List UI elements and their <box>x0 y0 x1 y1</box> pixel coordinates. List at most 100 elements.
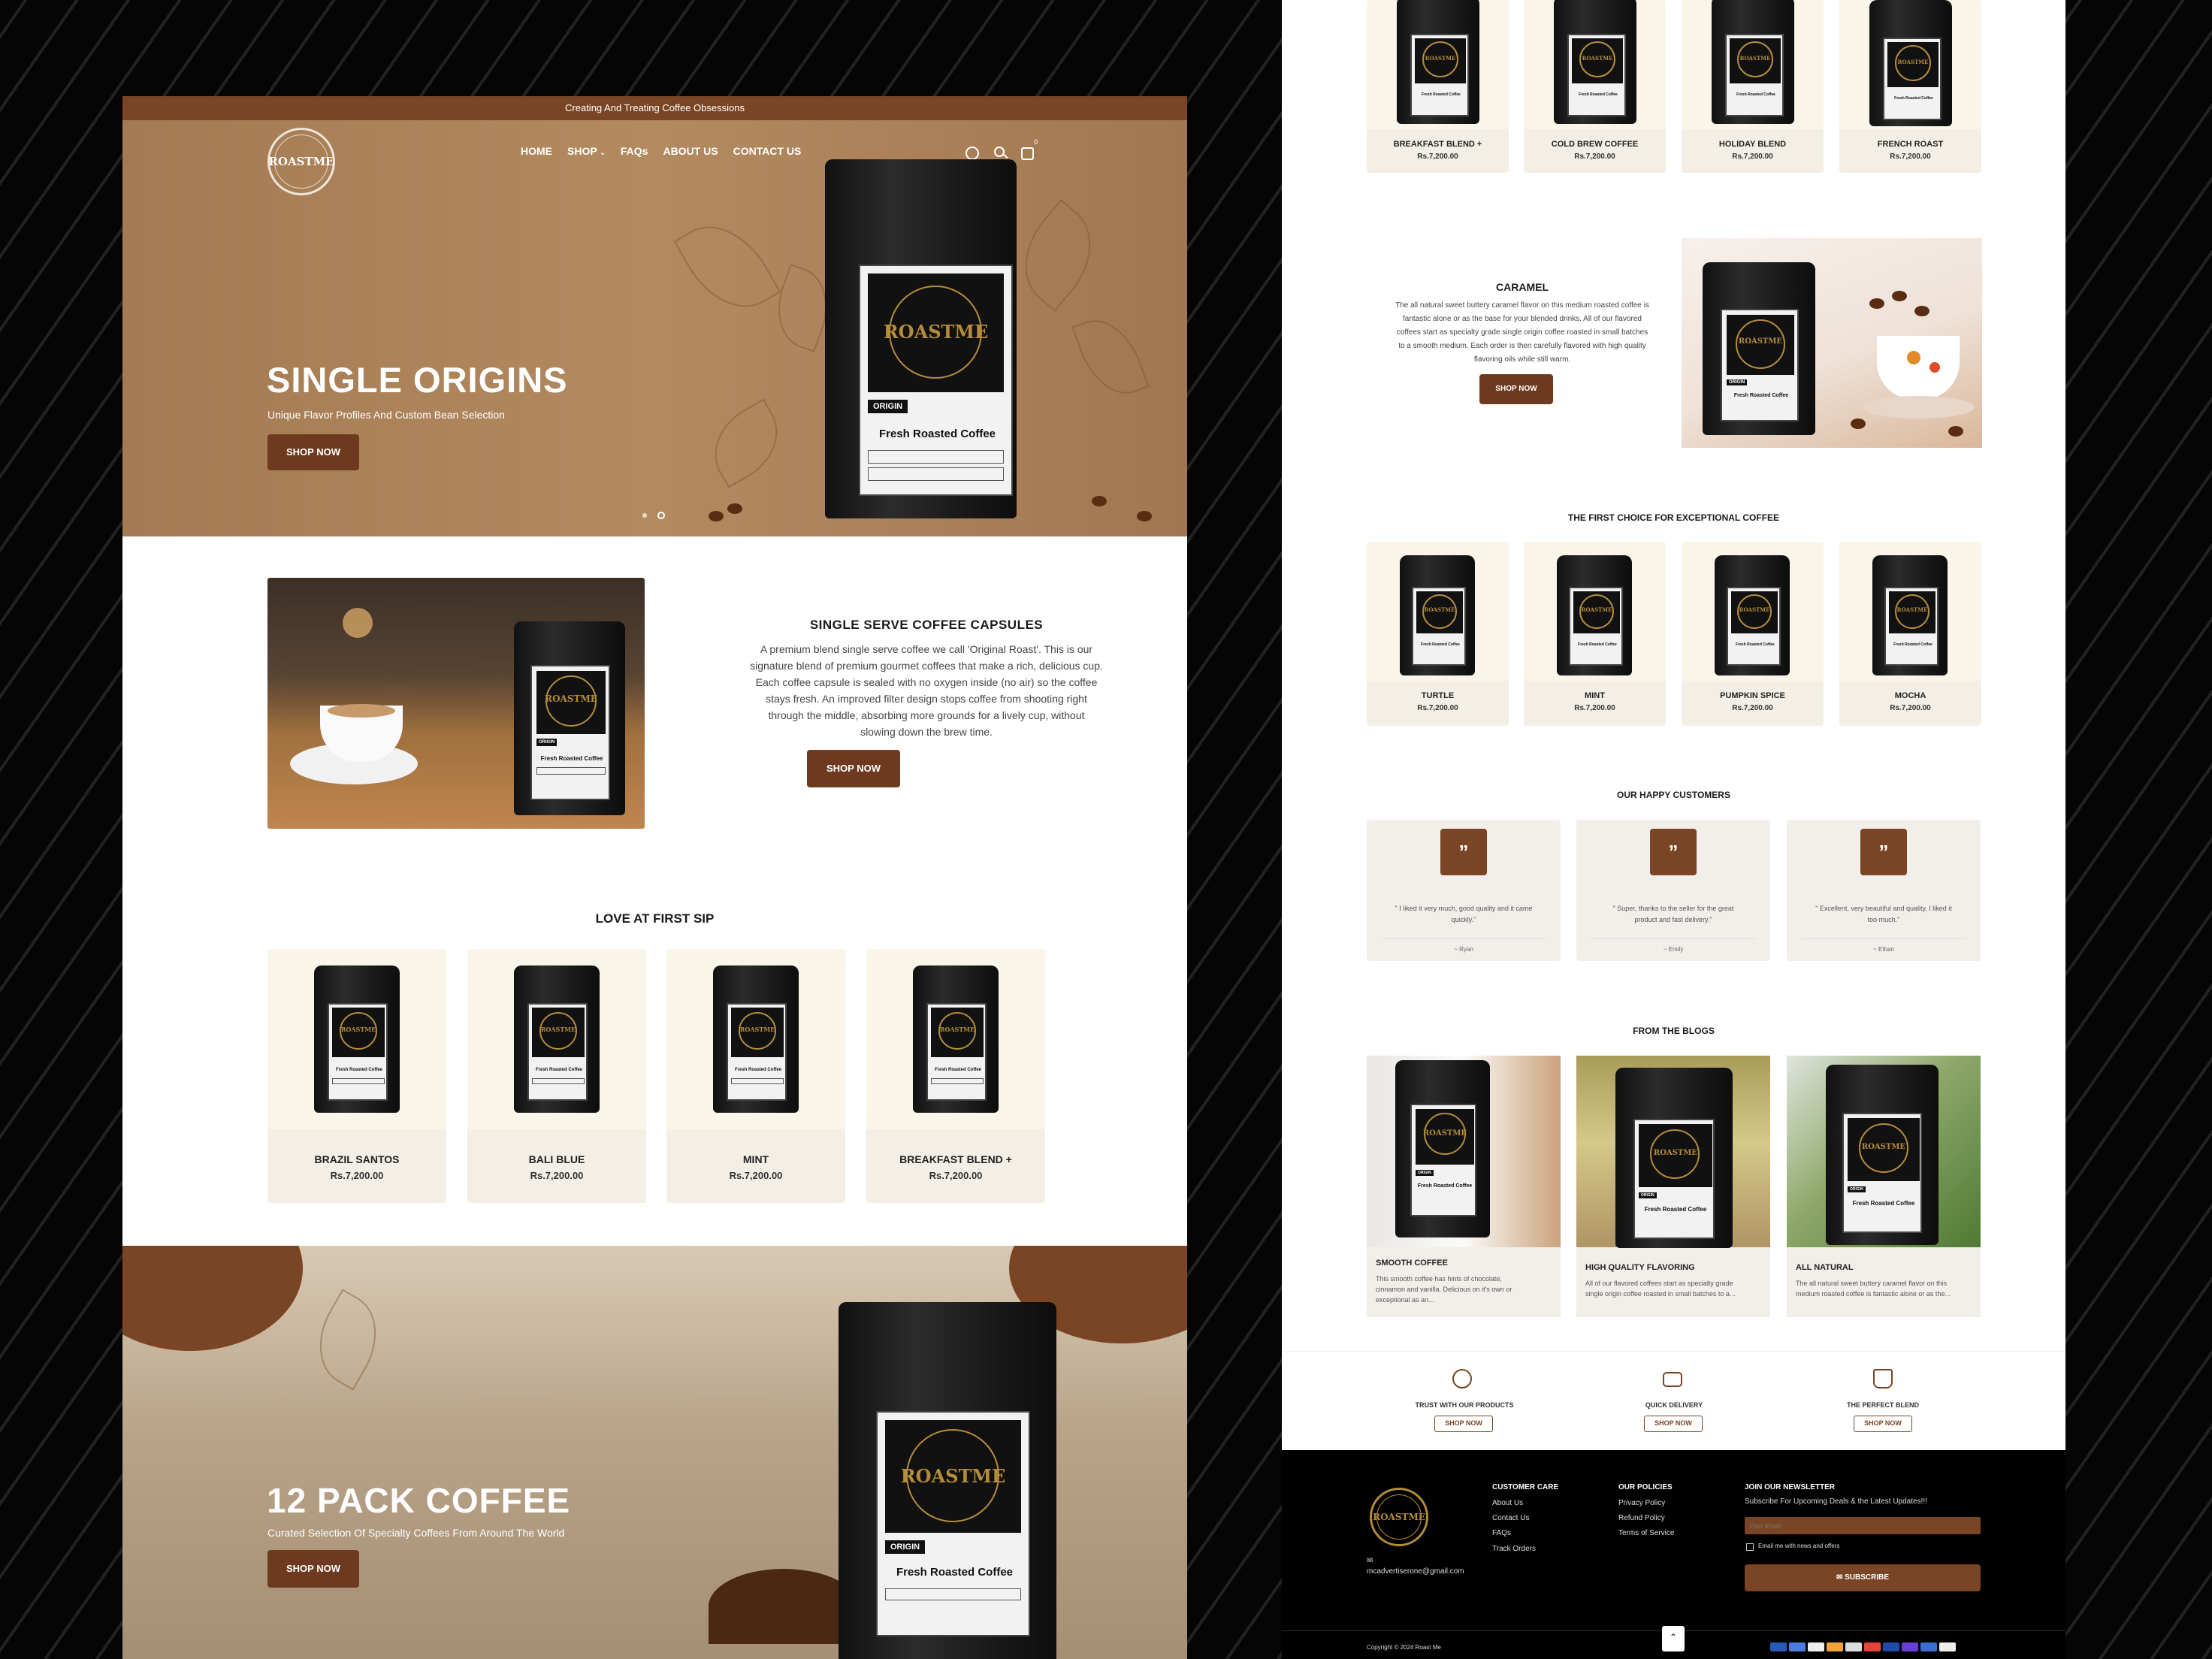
blog-title[interactable]: SMOOTH COFFEE <box>1376 1259 1448 1268</box>
twelve-pack-shop-now-button[interactable]: SHOP NOW <box>267 1550 359 1588</box>
product-price: Rs.7,200.00 <box>729 1170 783 1181</box>
product-card[interactable]: ROASTME Fresh Roasted Coffee HOLIDAY BLEN… <box>1682 0 1824 173</box>
product-price: Rs.7,200.00 <box>330 1170 384 1181</box>
footer-logo[interactable]: ROASTME <box>1370 1488 1428 1546</box>
blogs-title: FROM THE BLOGS <box>1633 1026 1715 1036</box>
first-choice-title: THE FIRST CHOICE FOR EXCEPTIONAL COFFEE <box>1567 512 1780 523</box>
product-name: COLD BREW COFFEE <box>1551 140 1639 149</box>
capsules-title: SINGLE SERVE COFFEE CAPSULES <box>809 618 1044 632</box>
leaf-decoration <box>301 1289 395 1391</box>
caramel-shop-now-button[interactable]: SHOP NOW <box>1479 374 1553 404</box>
product-card[interactable]: ROASTME Fresh Roasted Coffee MOCHA Rs.7,2… <box>1839 542 1981 726</box>
newsletter-consent-checkbox[interactable] <box>1746 1543 1754 1551</box>
chevron-down-icon: ⌄ <box>600 149 606 156</box>
product-price: Rs.7,200.00 <box>1574 153 1615 161</box>
footer-link-about[interactable]: About Us <box>1492 1499 1523 1507</box>
mail-icon: ✉ <box>1367 1557 1373 1565</box>
cart-count: 0 <box>1034 138 1038 146</box>
testimonial-quote: " Super, thanks to the seller for the gr… <box>1612 905 1734 923</box>
coffee-bean <box>709 511 724 521</box>
nav-about[interactable]: ABOUT US <box>663 145 718 157</box>
caramel-image: ROASTME ORIGIN Fresh Roasted Coffee <box>1682 238 1982 448</box>
nav-contact[interactable]: CONTACT US <box>733 145 802 157</box>
footer-link-track[interactable]: Track Orders <box>1492 1545 1536 1553</box>
product-card[interactable]: ROASTME Fresh Roasted Coffee MINT Rs.7,20… <box>1524 542 1666 726</box>
copyright: Copyright © 2024 Roast Me <box>1367 1644 1441 1651</box>
account-icon[interactable] <box>965 147 979 160</box>
newsletter-email-input[interactable] <box>1745 1517 1981 1534</box>
feature-shop-now-button[interactable]: SHOP NOW <box>1434 1416 1493 1432</box>
newsletter-heading: JOIN OUR NEWSLETTER <box>1745 1483 1836 1491</box>
payment-icon <box>1789 1642 1806 1651</box>
hero-shop-now-button[interactable]: SHOP NOW <box>267 434 359 470</box>
feature-shop-now-button[interactable]: SHOP NOW <box>1644 1416 1703 1432</box>
product-price: Rs.7,200.00 <box>1732 153 1773 161</box>
footer-link-terms[interactable]: Terms of Service <box>1618 1529 1674 1537</box>
capsules-shop-now-button[interactable]: SHOP NOW <box>807 750 900 787</box>
quote-icon: ” <box>1650 829 1697 875</box>
payment-icon <box>1902 1642 1918 1651</box>
feature-shop-now-button[interactable]: SHOP NOW <box>1854 1416 1912 1432</box>
blog-title[interactable]: HIGH QUALITY FLAVORING <box>1585 1263 1695 1272</box>
cart-icon[interactable] <box>1021 147 1034 160</box>
testimonial-card: ” " Super, thanks to the seller for the … <box>1576 820 1770 961</box>
slide-dot-1[interactable] <box>642 513 647 518</box>
blog-title[interactable]: ALL NATURAL <box>1796 1263 1854 1272</box>
product-card[interactable]: ROASTME Fresh Roasted Coffee PUMPKIN SPIC… <box>1682 542 1824 726</box>
blog-card[interactable]: ROASTME ORIGIN Fresh Roasted Coffee ALL NA… <box>1787 1056 1981 1317</box>
product-card[interactable]: ROASTME Fresh Roasted Coffee MINT Rs.7,20… <box>666 949 845 1203</box>
footer-link-faqs[interactable]: FAQs <box>1492 1529 1511 1537</box>
capsules-description: A premium blend single serve coffee we c… <box>750 643 1103 738</box>
nav-home[interactable]: HOME <box>521 145 552 157</box>
caramel-bag-image: ROASTME ORIGIN Fresh Roasted Coffee <box>1703 262 1815 435</box>
blog-card[interactable]: ROASTME ORIGIN Fresh Roasted Coffee HIGH Q… <box>1576 1056 1770 1317</box>
delivery-truck-icon <box>1663 1372 1682 1387</box>
blog-excerpt: The all natural sweet buttery caramel fl… <box>1796 1280 1951 1298</box>
product-name: BRAZIL SANTOS <box>314 1153 400 1165</box>
product-card[interactable]: ROASTME Fresh Roasted Coffee COLD BREW CO… <box>1524 0 1666 173</box>
product-card[interactable]: ROASTME Fresh Roasted Coffee TURTLE Rs.7,… <box>1367 542 1509 726</box>
product-card[interactable]: ROASTME Fresh Roasted Coffee BALI BLUE Rs… <box>467 949 646 1203</box>
footer-email[interactable]: mcadvertiserone@gmail.com <box>1367 1567 1464 1576</box>
customer-care-heading: CUSTOMER CARE <box>1492 1483 1559 1491</box>
leaf-decoration <box>698 398 794 488</box>
slider-dots[interactable] <box>642 512 665 519</box>
twelve-pack-banner: ROASTME ORIGIN Fresh Roasted Coffee 12 P… <box>122 1246 1187 1659</box>
policies-heading: OUR POLICIES <box>1618 1483 1673 1491</box>
ground-coffee <box>709 1569 859 1644</box>
testimonial-author: ~ Emily <box>1663 946 1684 953</box>
nav-faqs[interactable]: FAQs <box>621 145 648 157</box>
leaf-decoration <box>673 207 781 326</box>
product-card[interactable]: ROASTME Fresh Roasted Coffee FRENCH ROAST… <box>1839 0 1981 173</box>
slide-dot-2[interactable] <box>657 512 665 519</box>
leaf-decoration <box>1002 199 1114 312</box>
product-price: Rs.7,200.00 <box>929 1170 983 1181</box>
payment-icon <box>1864 1642 1881 1651</box>
subscribe-button[interactable]: ✉ SUBSCRIBE <box>1745 1564 1981 1591</box>
bag-origin: ORIGIN <box>885 1540 926 1554</box>
nav-shop[interactable]: SHOP ⌄ <box>567 145 606 157</box>
testimonial-card: ” " I liked it very much, good quality a… <box>1367 820 1561 961</box>
product-price: Rs.7,200.00 <box>1417 704 1458 712</box>
scroll-to-top-button[interactable]: ⌃ <box>1662 1626 1685 1651</box>
product-name: HOLIDAY BLEND <box>1718 140 1787 149</box>
quote-icon: ” <box>1860 829 1907 875</box>
footer-link-contact[interactable]: Contact Us <box>1492 1514 1529 1522</box>
search-icon[interactable] <box>994 147 1005 157</box>
blog-card[interactable]: ROASTME ORIGIN Fresh Roasted Coffee SMOOTH… <box>1367 1056 1561 1317</box>
site-logo[interactable]: ROASTME <box>267 128 335 195</box>
product-card[interactable]: ROASTME Fresh Roasted Coffee BRAZIL SANTO… <box>267 949 446 1203</box>
leaf-decoration <box>1071 309 1150 405</box>
testimonial-quote: " I liked it very much, good quality and… <box>1395 905 1533 923</box>
product-card[interactable]: ROASTME Fresh Roasted Coffee BREAKFAST BL… <box>1367 0 1509 173</box>
product-price: Rs.7,200.00 <box>1890 704 1931 712</box>
love-section-title: LOVE AT FIRST SIP <box>595 911 715 926</box>
footer-link-refund[interactable]: Refund Policy <box>1618 1514 1665 1522</box>
mail-icon: ✉ <box>1836 1573 1845 1582</box>
product-card[interactable]: ROASTME Fresh Roasted Coffee BREAKFAST BL… <box>866 949 1045 1203</box>
capsule-image: ROASTME ORIGIN Fresh Roasted Coffee <box>267 578 645 829</box>
footer-link-privacy[interactable]: Privacy Policy <box>1618 1499 1665 1507</box>
testimonial-card: ” " Excellent, very beautiful and qualit… <box>1787 820 1981 961</box>
product-name: MINT <box>1585 691 1605 700</box>
coffee-bean <box>727 503 742 514</box>
